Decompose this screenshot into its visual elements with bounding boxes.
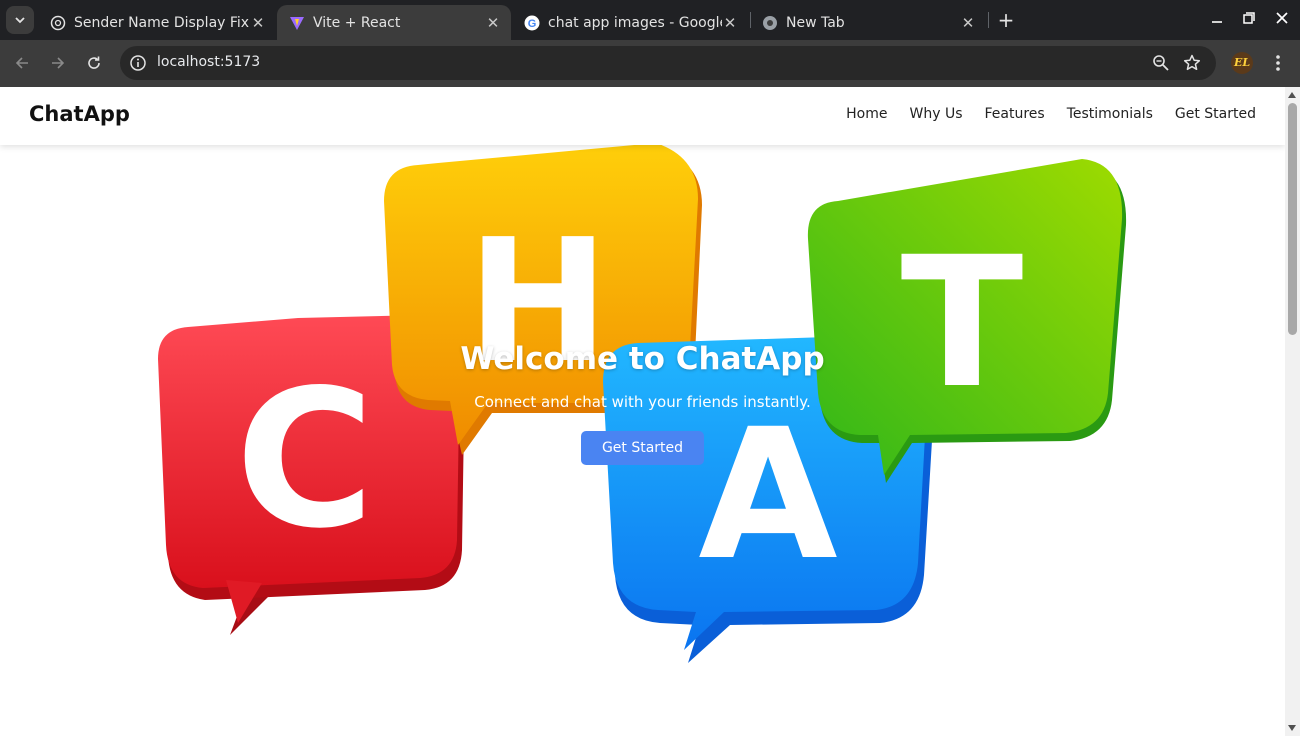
close-tab-icon[interactable]: ✕ <box>722 15 738 31</box>
brand-logo[interactable]: ChatApp <box>29 102 130 126</box>
url-text[interactable]: localhost:5173 <box>157 54 260 70</box>
info-icon[interactable] <box>128 53 148 73</box>
address-bar[interactable]: localhost:5173 <box>120 46 1216 80</box>
browser-tab-bar: Sender Name Display Fix ✕ Vite + React ✕… <box>0 0 1300 40</box>
nav-link-testimonials[interactable]: Testimonials <box>1067 106 1153 122</box>
browser-toolbar: localhost:5173 EL <box>0 40 1300 87</box>
new-tab-button[interactable]: + <box>995 9 1017 31</box>
site-navbar: ChatApp Home Why Us Features Testimonial… <box>0 87 1285 145</box>
nav-link-why-us[interactable]: Why Us <box>910 106 963 122</box>
nav-links: Home Why Us Features Testimonials Get St… <box>846 106 1256 122</box>
tab-separator <box>988 12 989 28</box>
forward-button[interactable] <box>47 52 69 74</box>
profile-avatar[interactable]: EL <box>1231 52 1253 74</box>
nav-link-home[interactable]: Home <box>846 106 887 122</box>
tab-vite-react[interactable]: Vite + React ✕ <box>277 5 511 40</box>
scrollbar-thumb[interactable] <box>1288 103 1297 335</box>
arrow-right-icon <box>52 57 65 69</box>
hero-section: C H A T Welcome to ChatApp Connect and c… <box>0 145 1285 736</box>
reload-button[interactable] <box>83 52 105 74</box>
close-icon <box>1276 12 1288 24</box>
reload-icon <box>88 56 100 69</box>
close-tab-icon[interactable]: ✕ <box>960 15 976 31</box>
nav-link-features[interactable]: Features <box>985 106 1045 122</box>
google-icon: G <box>524 15 540 31</box>
tab-search-button[interactable] <box>6 6 34 34</box>
tab-new-tab[interactable]: New Tab ✕ <box>750 5 986 40</box>
hero-subtitle: Connect and chat with your friends insta… <box>474 393 811 411</box>
chrome-icon <box>762 15 778 31</box>
restore-button[interactable] <box>1239 10 1259 30</box>
zoom-icon[interactable] <box>1152 54 1170 72</box>
chevron-down-icon <box>15 17 25 24</box>
scroll-up-arrow-icon[interactable] <box>1288 92 1296 98</box>
openai-icon <box>50 15 66 31</box>
tab-title: Sender Name Display Fix <box>74 14 250 31</box>
bookmark-star-icon[interactable] <box>1182 53 1202 73</box>
close-tab-icon[interactable]: ✕ <box>250 15 266 31</box>
tab-google-search[interactable]: G chat app images - Google ✕ <box>512 5 748 40</box>
more-vertical-icon <box>1276 55 1280 71</box>
tab-title: Vite + React <box>313 14 401 31</box>
tab-sender-name[interactable]: Sender Name Display Fix ✕ <box>38 5 276 40</box>
hero-title: Welcome to ChatApp <box>460 341 825 377</box>
close-tab-icon[interactable]: ✕ <box>485 15 501 31</box>
back-button[interactable] <box>11 52 33 74</box>
vite-icon <box>289 15 305 31</box>
nav-link-get-started[interactable]: Get Started <box>1175 106 1256 122</box>
minimize-button[interactable] <box>1207 10 1227 30</box>
restore-icon <box>1243 12 1255 24</box>
tab-title: chat app images - Google <box>548 14 722 31</box>
hero-content: Welcome to ChatApp Connect and chat with… <box>0 341 1285 465</box>
browser-menu-button[interactable] <box>1268 52 1288 74</box>
get-started-button[interactable]: Get Started <box>580 431 705 465</box>
page-viewport: ChatApp Home Why Us Features Testimonial… <box>0 87 1285 736</box>
tab-title: New Tab <box>786 14 845 31</box>
arrow-left-icon <box>15 57 28 69</box>
scroll-down-arrow-icon[interactable] <box>1288 725 1296 731</box>
minimize-icon <box>1212 21 1222 23</box>
close-window-button[interactable] <box>1272 10 1292 30</box>
svg-text:G: G <box>528 18 537 30</box>
page-scrollbar[interactable] <box>1285 87 1300 736</box>
